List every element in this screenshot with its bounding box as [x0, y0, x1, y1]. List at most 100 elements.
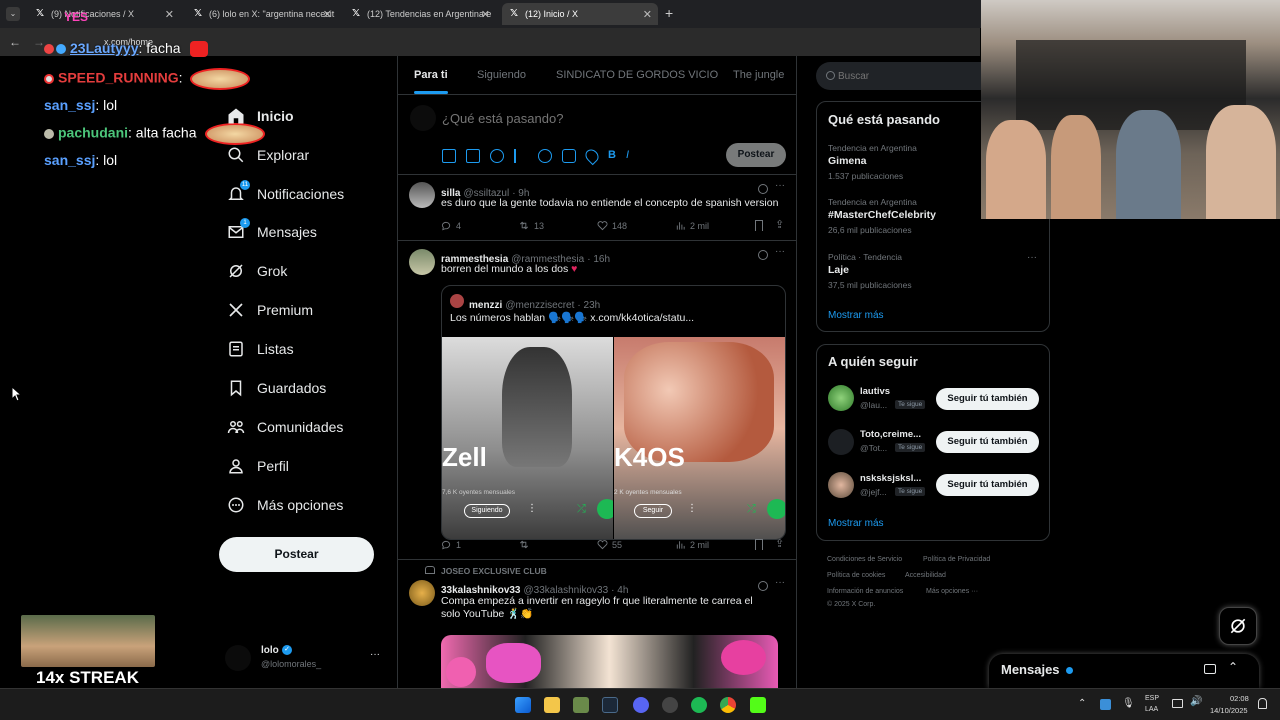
footer-link[interactable]: Política de cookies: [827, 572, 885, 579]
search-input[interactable]: [838, 68, 978, 84]
post-button[interactable]: Postear: [219, 537, 374, 572]
nav-lists[interactable]: Listas: [226, 334, 294, 364]
file-explorer-icon[interactable]: [544, 697, 560, 713]
browser-tab-active[interactable]: 𝕏 (12) Inicio / X ✕: [502, 3, 658, 25]
network-icon[interactable]: [1172, 699, 1183, 708]
location-icon[interactable]: [582, 146, 602, 166]
tray-chevron-icon[interactable]: ⌃: [1078, 698, 1086, 709]
nav-communities[interactable]: Comunidades: [226, 412, 343, 442]
tweet-more-icon[interactable]: ···: [775, 577, 785, 588]
follow-button[interactable]: Seguir tú también: [936, 388, 1039, 410]
composer-post-button[interactable]: Postear: [726, 143, 786, 167]
spotify-card[interactable]: K4OS 2 K oyentes mensuales Seguir ⋮ ⤮: [614, 337, 785, 539]
browser-tab[interactable]: 𝕏 (12) Tendencias en Argentina e ✕: [344, 3, 496, 25]
trend-title[interactable]: Gimena: [828, 155, 867, 167]
tweet[interactable]: rammesthesia @rammesthesia · 16h ··· borre…: [398, 241, 796, 561]
compose-input[interactable]: [442, 108, 782, 128]
nav-explore[interactable]: Explorar: [226, 140, 309, 170]
tweet[interactable]: silla @ssiltazul · 9h ··· es duro que la g…: [398, 175, 796, 240]
more-options-icon[interactable]: ⋮: [687, 503, 697, 514]
nav-premium[interactable]: Premium: [226, 295, 313, 325]
tab-siguiendo[interactable]: Siguiendo: [477, 56, 526, 94]
repost-button[interactable]: 13: [518, 220, 544, 231]
expand-icon[interactable]: ⌃: [1228, 660, 1238, 674]
browser-tab[interactable]: 𝕏 (6) lolo en X: "argentina necesit ✕: [186, 3, 338, 25]
nav-more[interactable]: Más opciones: [226, 490, 343, 520]
nav-messages[interactable]: 1 Mensajes: [226, 217, 317, 247]
tab-sindicato[interactable]: SINDICATO DE GORDOS VICIO: [556, 56, 718, 94]
more-options-icon[interactable]: ⋮: [527, 503, 537, 514]
share-icon[interactable]: ⇪: [775, 537, 784, 550]
trends-show-more[interactable]: Mostrar más: [828, 310, 884, 321]
shuffle-icon[interactable]: ⤮: [747, 503, 756, 516]
close-tab-icon[interactable]: ✕: [165, 8, 174, 21]
schedule-icon[interactable]: [562, 149, 576, 163]
footer-link[interactable]: Condiciones de Servicio: [827, 556, 902, 563]
close-tab-icon[interactable]: ✕: [643, 8, 652, 21]
views-button[interactable]: 2 mil: [675, 539, 709, 550]
back-icon[interactable]: ←: [9, 35, 21, 49]
trend-more-icon[interactable]: ···: [1027, 252, 1037, 263]
shuffle-icon[interactable]: ⤮: [577, 503, 586, 516]
notifications-tray-icon[interactable]: [1258, 698, 1267, 709]
follow-name[interactable]: lautivs: [860, 386, 890, 397]
tweet-more-icon[interactable]: ···: [775, 180, 785, 191]
kick-icon[interactable]: [750, 697, 766, 713]
play-button[interactable]: [767, 499, 785, 519]
new-message-icon[interactable]: [1204, 664, 1216, 674]
tab-para-ti[interactable]: Para ti: [414, 56, 448, 94]
nav-profile[interactable]: Perfil: [226, 451, 289, 481]
follow-name[interactable]: nsksksjsksl...: [860, 473, 921, 484]
like-button[interactable]: 55: [597, 539, 622, 550]
grok-icon[interactable]: [758, 581, 768, 591]
follow-show-more[interactable]: Mostrar más: [828, 518, 884, 529]
bookmark-icon[interactable]: [755, 220, 763, 231]
volume-icon[interactable]: 🔊: [1190, 696, 1202, 707]
account-switcher[interactable]: lolo ✓ @lolomorales_ ···: [225, 643, 385, 673]
nav-notifications[interactable]: 11 Notificaciones: [226, 179, 344, 209]
follow-button[interactable]: Seguir tú también: [936, 431, 1039, 453]
nav-grok[interactable]: Grok: [226, 256, 287, 286]
close-tab-icon[interactable]: ✕: [481, 8, 490, 21]
tweet-more-icon[interactable]: ···: [775, 246, 785, 257]
tweet-media[interactable]: [441, 635, 778, 688]
gif-icon[interactable]: [466, 149, 480, 163]
nav-home[interactable]: Inicio: [226, 101, 294, 131]
browser-tab[interactable]: 𝕏 (9) Notificaciones / X ✕: [28, 3, 180, 25]
search-box[interactable]: [816, 62, 996, 90]
close-tab-icon[interactable]: ✕: [323, 8, 332, 21]
language-1[interactable]: ESP: [1145, 695, 1159, 702]
grok-float-button[interactable]: [1219, 607, 1257, 645]
windows-start-icon[interactable]: [515, 697, 531, 713]
microphone-icon[interactable]: 🎙: [1122, 698, 1135, 709]
grok-icon[interactable]: [758, 184, 768, 194]
poll-icon[interactable]: [514, 149, 528, 163]
footer-link[interactable]: Más opciones ···: [926, 588, 978, 595]
follow-state-button[interactable]: Siguiendo: [464, 504, 510, 518]
tab-list-dropdown[interactable]: ⌄: [6, 7, 20, 21]
footer-link[interactable]: Política de Privacidad: [923, 556, 990, 563]
trend-title[interactable]: #MasterChefCelebrity: [828, 209, 936, 221]
quote-tweet[interactable]: menzzi @menzzisecret · 23h Los números hab…: [441, 285, 786, 540]
app-icon[interactable]: [573, 697, 589, 713]
follow-name[interactable]: Toto,creime...: [860, 429, 921, 440]
clock-time[interactable]: 02:08: [1230, 694, 1249, 703]
bookmark-icon[interactable]: [755, 539, 763, 550]
share-icon[interactable]: ⇪: [775, 218, 784, 231]
image-icon[interactable]: [442, 149, 456, 163]
reply-button[interactable]: 1: [441, 539, 461, 550]
grok-icon[interactable]: [490, 149, 504, 163]
spotify-icon[interactable]: [691, 697, 707, 713]
discord-icon[interactable]: [633, 697, 649, 713]
spotify-card[interactable]: Zell 7,6 K oyentes mensuales Siguiendo ⋮…: [442, 337, 613, 539]
follow-state-button[interactable]: Seguir: [634, 504, 672, 518]
messages-drawer[interactable]: Mensajes ⌃: [989, 654, 1259, 688]
footer-link[interactable]: Información de anuncios: [827, 588, 903, 595]
account-more-icon[interactable]: ···: [370, 649, 380, 660]
tweet[interactable]: JOSEO EXCLUSIVE CLUB 33kalashnikov33 @33k…: [398, 560, 796, 688]
footer-link[interactable]: Accesibilidad: [905, 572, 946, 579]
play-button[interactable]: [597, 499, 613, 519]
tray-app-icon[interactable]: [1100, 699, 1111, 710]
grok-icon[interactable]: [758, 250, 768, 260]
tab-the-jungle[interactable]: The jungle: [733, 56, 784, 94]
